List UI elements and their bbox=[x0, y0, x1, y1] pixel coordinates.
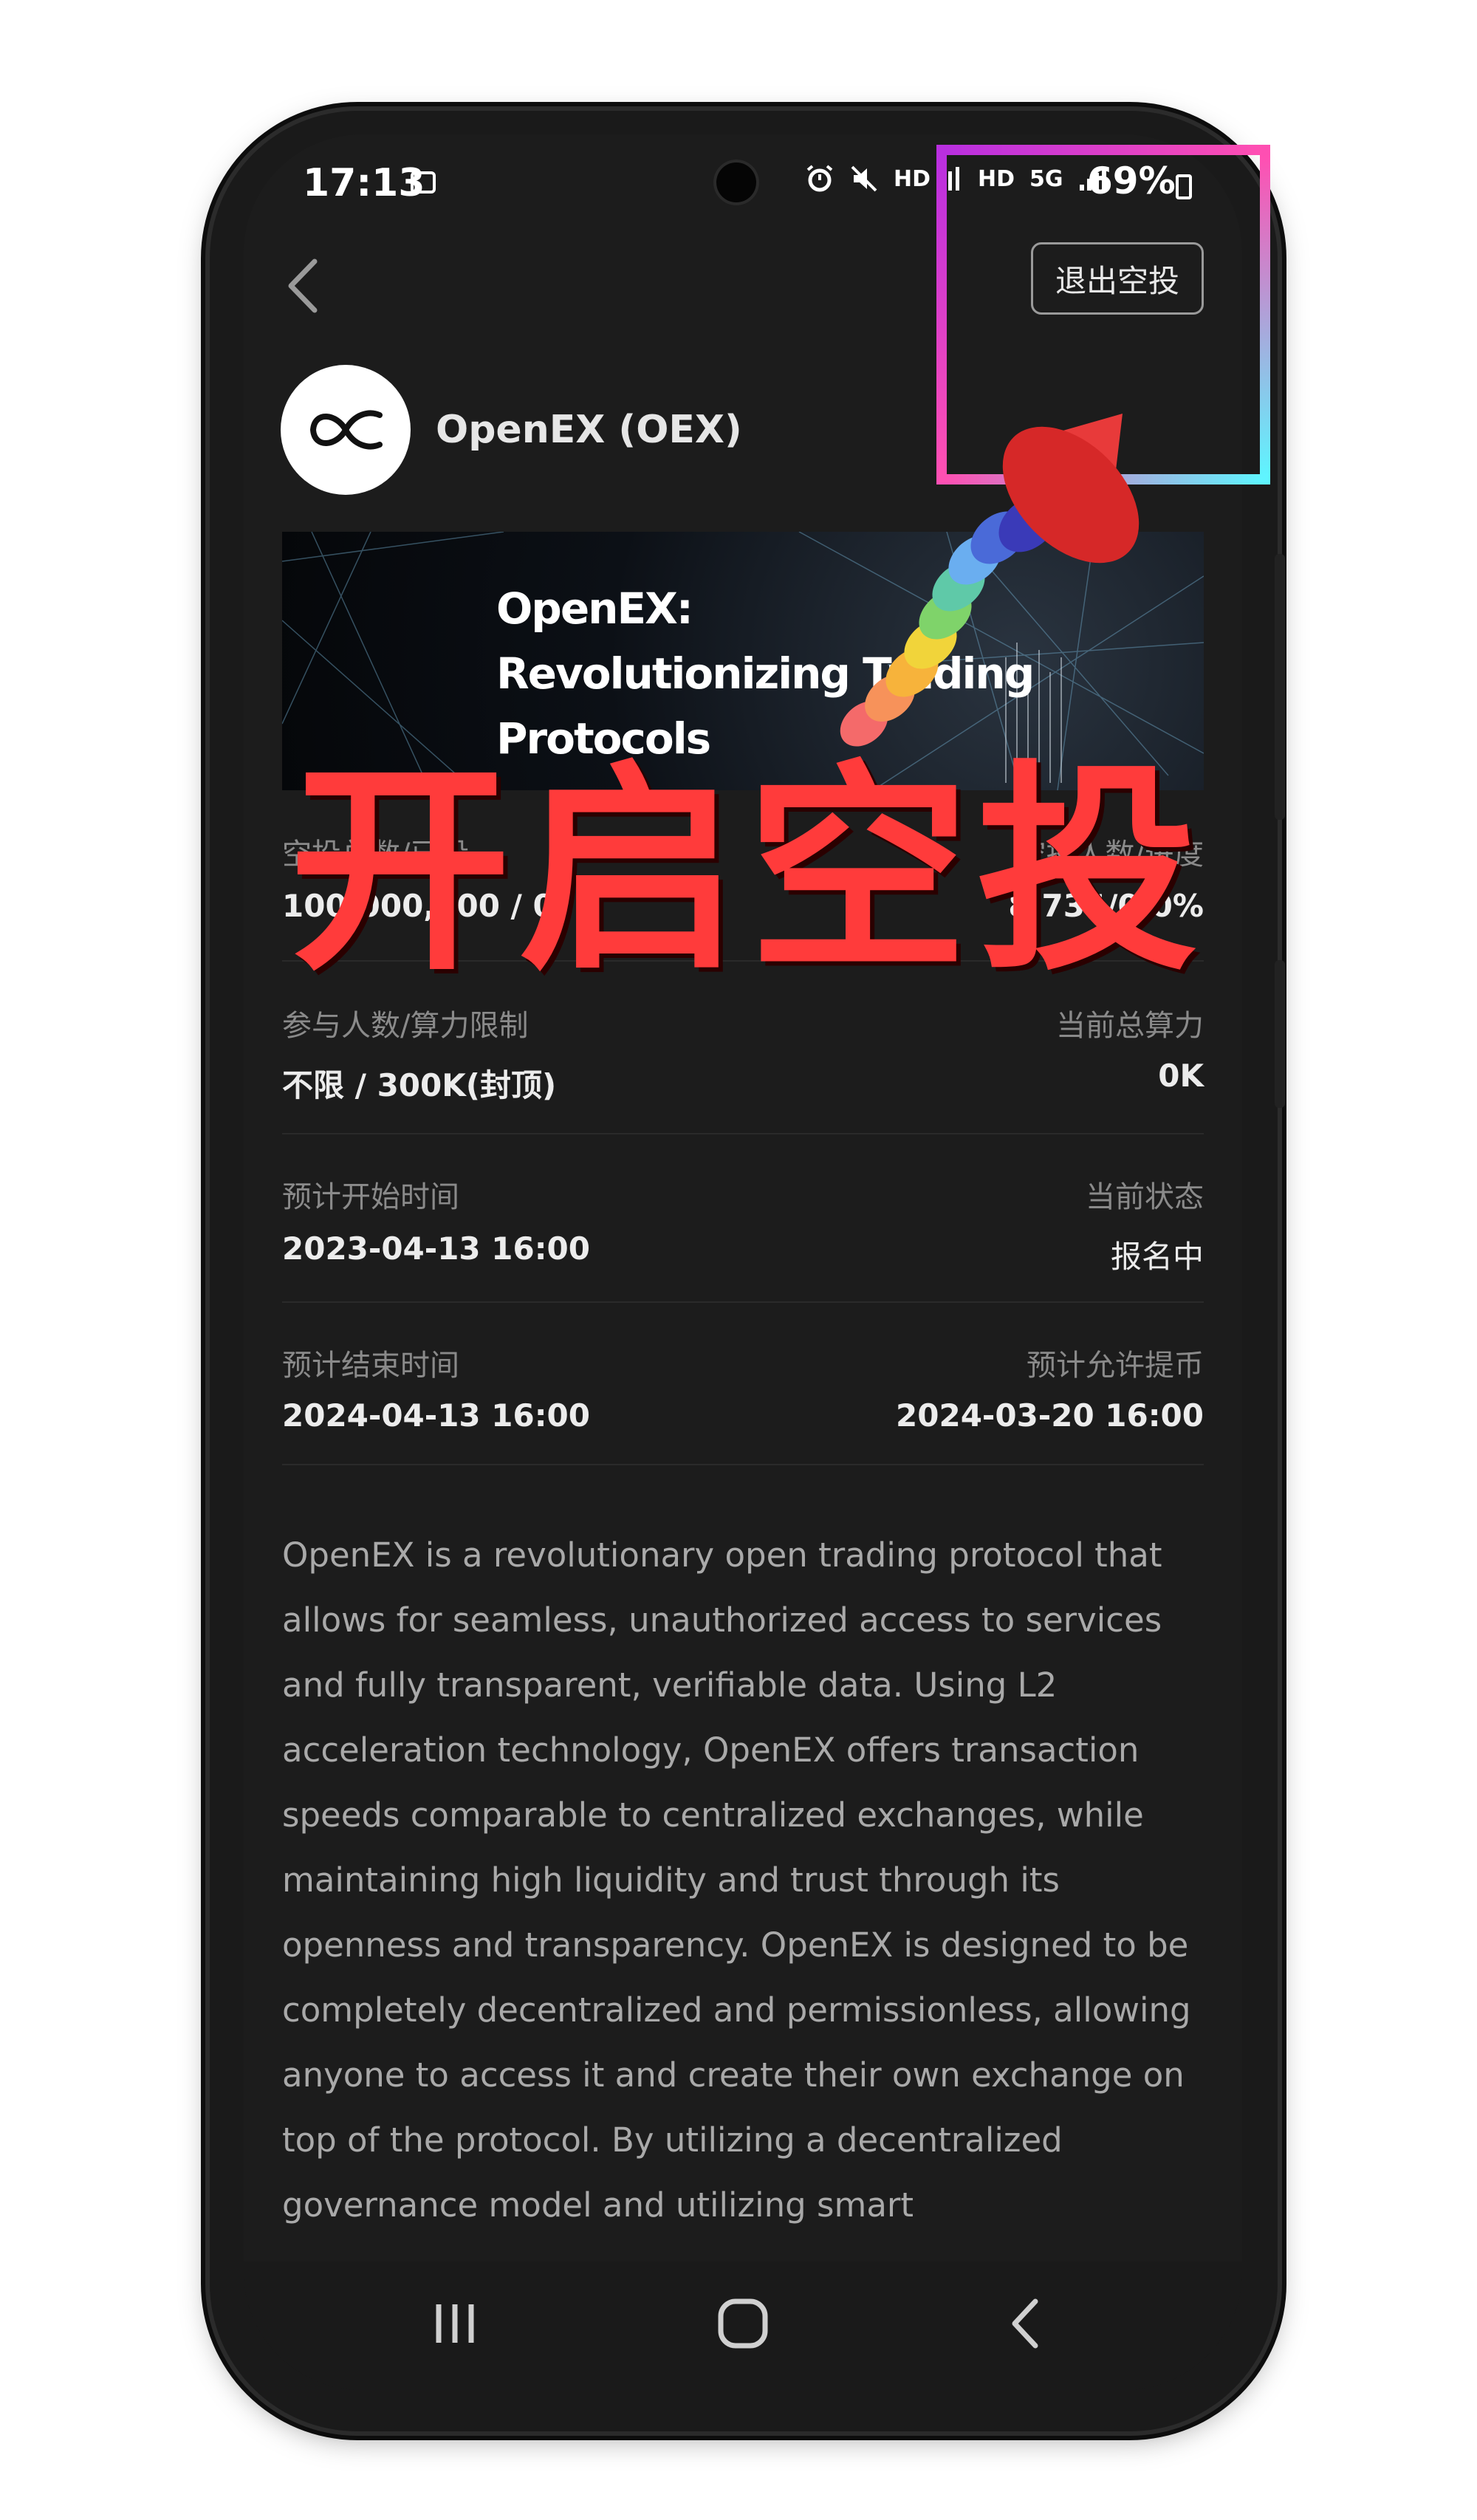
overlay-title: 开启空投 bbox=[289, 742, 1205, 1000]
participants-label: 参与人数/算力限制 bbox=[282, 1009, 529, 1043]
front-camera bbox=[716, 162, 756, 202]
hd-label: HD bbox=[894, 165, 931, 192]
end-time-value: 2024-04-13 16:00 bbox=[282, 1397, 590, 1434]
start-time-label: 预计开始时间 bbox=[282, 1180, 459, 1214]
openex-logo-icon bbox=[309, 410, 383, 450]
token-logo bbox=[281, 365, 411, 495]
total-hashrate-value: 0K bbox=[1158, 1058, 1204, 1094]
withdraw-time-label: 预计允许提币 bbox=[1027, 1349, 1204, 1383]
end-time-label: 预计结束时间 bbox=[282, 1349, 459, 1383]
withdraw-time-value: 2024-03-20 16:00 bbox=[896, 1397, 1204, 1434]
status-value: 报名中 bbox=[1110, 1239, 1204, 1275]
total-hashrate-label: 当前总算力 bbox=[1056, 1009, 1204, 1043]
divider bbox=[282, 1301, 1204, 1303]
image-icon bbox=[411, 171, 436, 194]
alarm-icon bbox=[806, 165, 833, 192]
participants-value: 不限 / 300K(封顶) bbox=[282, 1067, 557, 1103]
home-icon[interactable] bbox=[713, 2294, 772, 2353]
project-description: OpenEX is a revolutionary open trading p… bbox=[282, 1535, 1191, 2225]
start-time-value: 2023-04-13 16:00 bbox=[282, 1230, 590, 1267]
status-time: 17:13 bbox=[303, 161, 425, 205]
token-name: OpenEX (OEX) bbox=[436, 408, 742, 452]
system-nav-bar bbox=[244, 2262, 1242, 2390]
status-label: 当前状态 bbox=[1086, 1180, 1204, 1214]
back-arrow-icon[interactable] bbox=[281, 253, 325, 319]
divider bbox=[282, 1133, 1204, 1134]
volume-button bbox=[1275, 554, 1285, 820]
power-button bbox=[1275, 960, 1285, 1108]
recent-apps-icon[interactable] bbox=[425, 2294, 484, 2353]
pointer-arrow-icon bbox=[840, 414, 1140, 747]
divider bbox=[282, 1464, 1204, 1465]
back-icon[interactable] bbox=[997, 2294, 1056, 2353]
mute-icon bbox=[851, 165, 877, 192]
